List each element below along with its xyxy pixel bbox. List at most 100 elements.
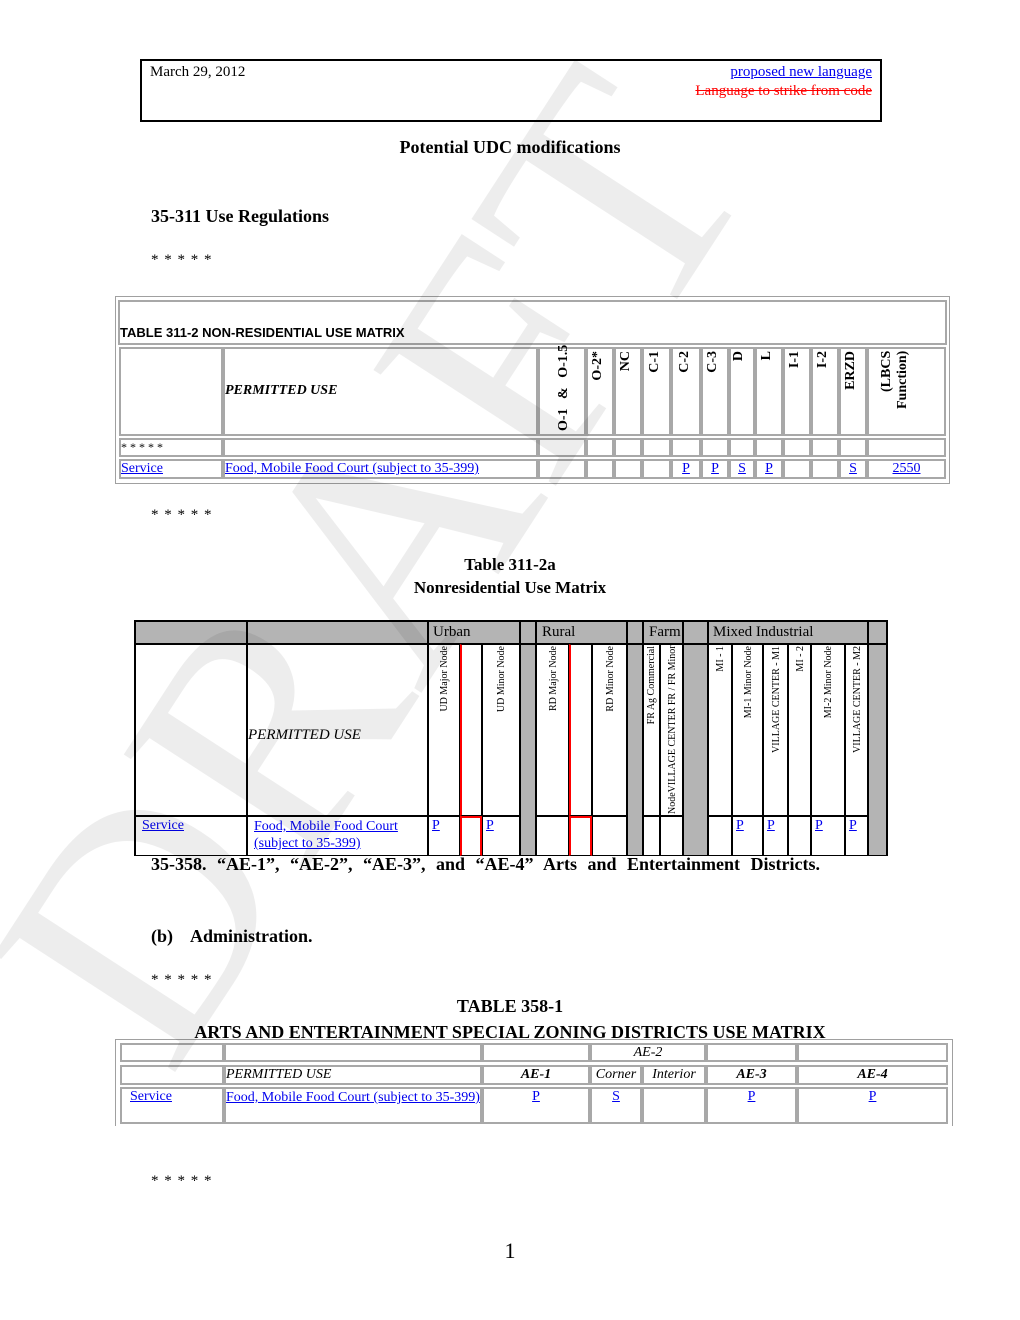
header-mi2: MI - 2 (788, 644, 811, 816)
t3-r1-c2 (224, 1043, 482, 1062)
header-o-1-o-1-5: O-1 & O-1.5 (538, 344, 586, 436)
t3-r1-c6 (797, 1043, 948, 1062)
value-mi1-minor[interactable]: P (736, 818, 744, 834)
value-d[interactable]: S (738, 461, 746, 476)
t3-permitted-use-cell: PERMITTED USE (224, 1065, 482, 1085)
column-label-mi1: MI - 1 (715, 646, 726, 672)
column-label-erzd: ERZD (843, 351, 858, 390)
ellipsis-row-use-cell (223, 438, 538, 457)
value-c-2[interactable]: P (682, 461, 690, 476)
header-rd-major: RD Major Node (536, 644, 569, 816)
service-category-link-2a[interactable]: Service (142, 818, 184, 834)
column-label-o-2: O-2* (590, 351, 605, 381)
t3-ae-4-value[interactable]: P (869, 1089, 877, 1104)
red-spacer-spacer-red-2 (569, 644, 592, 816)
header-i-2: I-2 (811, 347, 839, 436)
ae-3-header: AE-3 (706, 1065, 797, 1085)
value-cell-o-1-o-1-5 (538, 459, 586, 479)
header-c-2: C-2 (671, 347, 701, 436)
value-mi2-minor[interactable]: P (815, 818, 823, 834)
column-label-ud-major: UD Major Node (439, 646, 450, 712)
group-rural-label: Rural (542, 624, 576, 640)
mobile-food-court-link-2a[interactable]: Food, Mobile Food Court (subject to 35-3… (254, 818, 419, 852)
column-label-fr-ag: FR Ag Commercial (646, 646, 657, 725)
ae-2-group-label: AE-2 (633, 1045, 663, 1060)
ellipsis-marker-end: * * * * * (151, 1173, 213, 1189)
value-ud-major[interactable]: P (432, 818, 440, 834)
group-rural-cell: Rural (536, 621, 627, 644)
interior-header: Interior (642, 1065, 706, 1085)
legend-strike-language: Language to strike from code (695, 83, 872, 99)
service-category-link[interactable]: Service (121, 461, 163, 477)
table-311-2a-title-line1: Table 311-2a (464, 555, 556, 574)
header-box: March 29, 2012 proposed new language Lan… (140, 59, 882, 122)
value-cell-erzd: S (839, 459, 867, 479)
row-use-cell-2a: Food, Mobile Food Court (subject to 35-3… (247, 816, 428, 856)
administration-heading: (b) Administration. (151, 926, 313, 946)
t3-use-cell: Food, Mobile Food Court (subject to 35-3… (224, 1087, 482, 1124)
column-label-i-1: I-1 (787, 351, 802, 369)
value-cell-mi1-minor: P (732, 816, 763, 856)
t3-ae-1-cell: P (482, 1087, 590, 1124)
group-urban-label: Urban (433, 624, 471, 640)
column-label-d: D (731, 351, 746, 362)
table-311-2: TABLE 311-2 NON-RESIDENTIAL USE MATRIX P… (115, 296, 950, 484)
column-label-o-1-o-1-5: O-1 & O-1.5 (556, 344, 571, 431)
header-ud-minor: UD Minor Node (482, 644, 520, 816)
value-cell-mi1 (708, 816, 732, 856)
value-vc-m2[interactable]: P (849, 818, 857, 834)
value-cell-fr-ag (643, 816, 660, 856)
section-heading: 35-311 Use Regulations (151, 206, 330, 226)
table-358-1-title-line1: TABLE 358-1 (456, 996, 564, 1016)
t3-ae-3-value[interactable]: P (748, 1089, 756, 1104)
header-lbcs-function: (LBCS Function) (867, 347, 946, 436)
ellipsis-row-l (755, 438, 783, 457)
value-ud-minor[interactable]: P (486, 818, 494, 834)
ae-4-label: AE-4 (857, 1067, 888, 1082)
ellipsis-row-o-1-o-1-5 (538, 438, 586, 457)
group-row-category-cell (135, 621, 247, 644)
value-cell-o-2 (586, 459, 614, 479)
group-spacer-1 (520, 621, 536, 644)
header-erzd: ERZD (839, 347, 867, 436)
t3-corner-value[interactable]: S (612, 1089, 620, 1104)
column-label-mi2-minor: MI-2 Minor Node (823, 646, 834, 719)
group-mixed-industrial-label: Mixed Industrial (713, 624, 814, 640)
header-vc-m1: VILLAGE CENTER - M1 (763, 644, 788, 816)
row-category-cell: Service (119, 459, 223, 479)
ae-1-label: AE-1 (520, 1067, 552, 1082)
value-cell-lbcs-function: 2550 (867, 459, 946, 479)
ellipsis-row-c-2 (671, 438, 701, 457)
value-erzd[interactable]: S (849, 461, 857, 476)
value-cell-vc-m1: P (763, 816, 788, 856)
column-label-vc-m1: VILLAGE CENTER - M1 (770, 646, 782, 753)
header-mi1: MI - 1 (708, 644, 732, 816)
ae-1-header: AE-1 (482, 1065, 590, 1085)
ellipsis-row-c-1 (642, 438, 671, 457)
t3-mobile-food-court-link[interactable]: Food, Mobile Food Court (subject to 35-3… (226, 1090, 480, 1105)
value-cell-rd-major (536, 816, 569, 856)
table-358-1-title: TABLE 358-1 ARTS AND ENTERTAINMENT SPECI… (0, 993, 1020, 1045)
t3-service-link[interactable]: Service (130, 1089, 172, 1105)
value-cell-rd-minor (592, 816, 627, 856)
value-vc-m1[interactable]: P (767, 818, 775, 834)
value-l[interactable]: P (765, 461, 773, 476)
page-number: 1 (504, 1238, 516, 1263)
value-cell-l: P (755, 459, 783, 479)
legend-new-language[interactable]: proposed new language (730, 64, 872, 81)
mobile-food-court-link[interactable]: Food, Mobile Food Court (subject to 35-3… (225, 461, 479, 477)
value-cell-fr-minor (660, 816, 683, 856)
value-lbcs-function[interactable]: 2550 (893, 461, 921, 476)
column-label-rd-minor: RD Minor Node (604, 646, 616, 712)
value-cell-i-2 (811, 459, 839, 479)
header-permitted-use-cell: PERMITTED USE (247, 644, 428, 816)
value-cell-ud-minor: P (482, 816, 520, 856)
ellipsis-row-lbcs-function (867, 438, 946, 457)
ellipsis-row-i-2 (811, 438, 839, 457)
value-c-3[interactable]: P (711, 461, 719, 476)
t3-r1-c3 (482, 1043, 590, 1062)
t3-ae-1-value[interactable]: P (532, 1089, 540, 1104)
value-cell-mi2 (788, 816, 811, 856)
table-caption-cell: TABLE 311-2 NON-RESIDENTIAL USE MATRIX (118, 300, 947, 345)
gray-separator-gray-1 (520, 644, 536, 856)
